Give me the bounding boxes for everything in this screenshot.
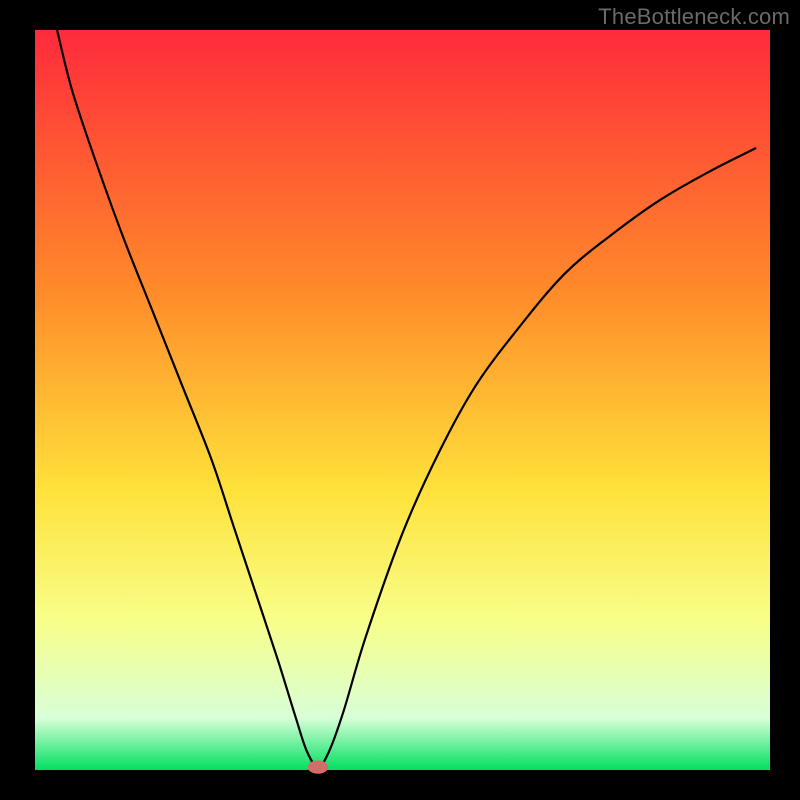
solution-point-marker — [308, 760, 329, 773]
plot-area — [35, 30, 770, 770]
watermark-text: TheBottleneck.com — [598, 4, 790, 30]
chart-canvas — [0, 0, 800, 800]
bottleneck-chart: TheBottleneck.com — [0, 0, 800, 800]
